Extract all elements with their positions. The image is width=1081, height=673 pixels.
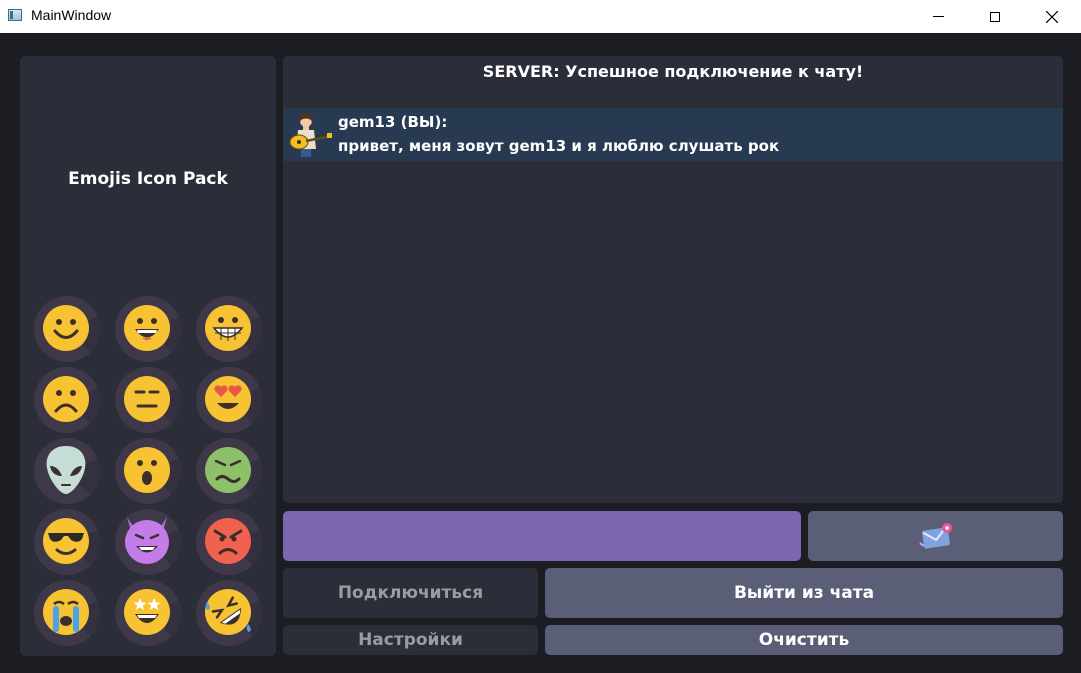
chat-area[interactable]: SERVER: Успешное подключение к чату! gem… <box>283 56 1063 503</box>
emoji-button-angry[interactable] <box>196 509 262 575</box>
emoji-button-star-eyes[interactable] <box>115 580 181 646</box>
chat-message: gem13 (ВЫ): привет, меня зовут gem13 и я… <box>283 108 1063 161</box>
emoji-button-heart-eyes[interactable] <box>196 367 262 433</box>
neutral-emoji-icon <box>124 376 181 433</box>
smile-emoji-icon <box>43 305 100 362</box>
close-button[interactable] <box>1029 0 1075 33</box>
grin-emoji-icon <box>124 305 181 362</box>
alien-emoji-icon <box>46 446 100 504</box>
server-message: SERVER: Успешное подключение к чату! <box>482 62 864 81</box>
angry-emoji-icon <box>205 518 262 575</box>
surprised-emoji-icon <box>124 447 181 504</box>
emoji-button-sick[interactable] <box>196 438 262 504</box>
emoji-button-grimace[interactable] <box>196 296 262 362</box>
app-icon <box>8 9 22 21</box>
emoji-button-surprised[interactable] <box>115 438 181 504</box>
maximize-icon <box>990 11 1000 22</box>
settings-button[interactable]: Настройки <box>283 625 538 655</box>
send-button[interactable] <box>808 511 1063 561</box>
emoji-button-alien[interactable] <box>34 438 100 504</box>
sunglasses-emoji-icon <box>43 518 100 575</box>
emoji-button-neutral[interactable] <box>115 367 181 433</box>
minimize-icon <box>932 16 944 17</box>
window-title: MainWindow <box>31 7 112 23</box>
emoji-button-grin[interactable] <box>115 296 181 362</box>
minimize-button[interactable] <box>915 0 961 33</box>
star-eyes-emoji-icon <box>124 589 181 646</box>
emoji-button-sad[interactable] <box>34 367 100 433</box>
guitarist-avatar-icon <box>289 113 332 157</box>
devil-emoji-icon <box>125 517 181 575</box>
emoji-button-smile[interactable] <box>34 296 100 362</box>
emoji-panel: Emojis Icon Pack <box>20 56 276 656</box>
maximize-button[interactable] <box>972 0 1018 33</box>
emoji-button-sunglasses[interactable] <box>34 509 100 575</box>
window-titlebar: MainWindow <box>0 0 1081 33</box>
sick-emoji-icon <box>205 447 262 504</box>
leave-chat-button[interactable]: Выйти из чата <box>545 568 1063 618</box>
clear-button[interactable]: Очистить <box>545 625 1063 655</box>
crying-emoji-icon <box>43 589 100 646</box>
heart-eyes-emoji-icon <box>205 376 262 433</box>
message-text: привет, меня зовут gem13 и я люблю слуша… <box>338 137 780 155</box>
emoji-button-devil[interactable] <box>115 509 181 575</box>
grimace-emoji-icon <box>205 305 262 362</box>
rofl-emoji-icon <box>205 589 262 646</box>
envelope-send-icon <box>918 523 952 549</box>
message-author: gem13 (ВЫ): <box>338 113 448 131</box>
close-icon <box>1046 10 1058 23</box>
message-input[interactable] <box>283 511 801 561</box>
sad-emoji-icon <box>43 376 100 433</box>
emoji-pack-title: Emojis Icon Pack <box>68 169 228 189</box>
connect-button[interactable]: Подключиться <box>283 568 538 618</box>
emoji-button-rofl[interactable] <box>196 580 262 646</box>
emoji-button-crying[interactable] <box>34 580 100 646</box>
